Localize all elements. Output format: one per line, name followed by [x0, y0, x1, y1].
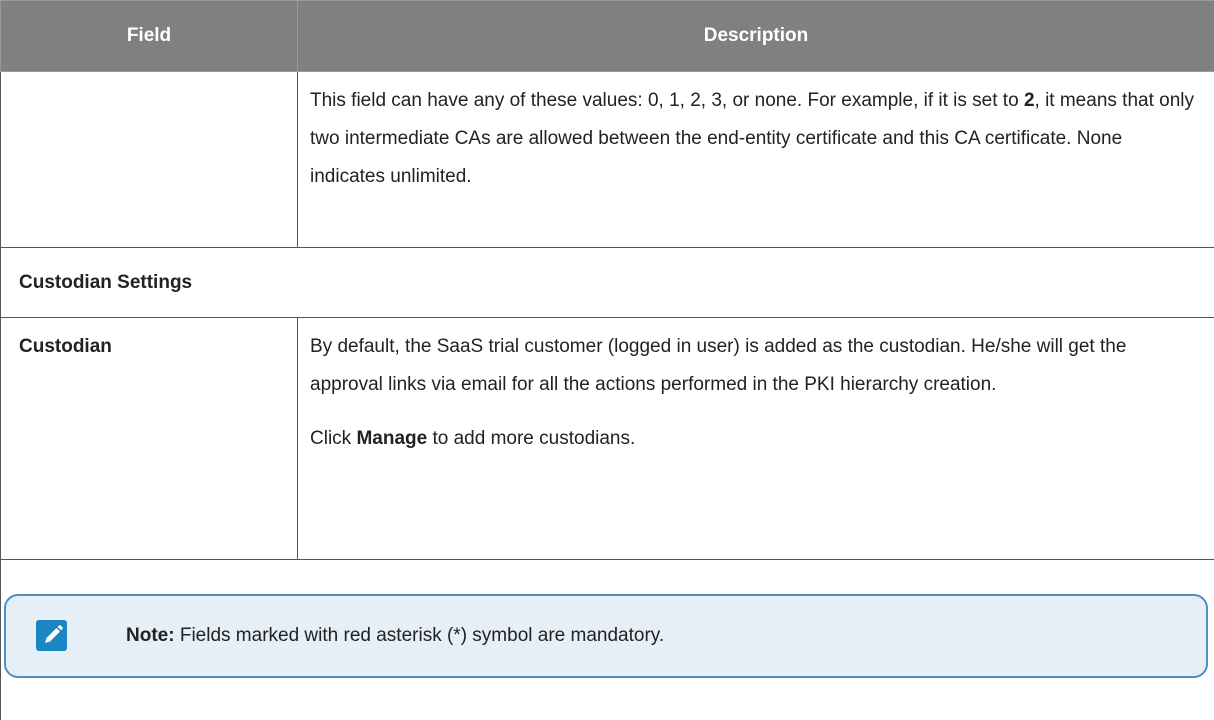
custodian-manage-paragraph: Click Manage to add more custodians.	[310, 420, 1202, 458]
table-row: This field can have any of these values:…	[1, 72, 1214, 248]
note-text: Note: Fields marked with red asterisk (*…	[126, 596, 664, 676]
custodian-paragraph: By default, the SaaS trial customer (log…	[310, 328, 1202, 404]
note-label: Note:	[126, 625, 175, 646]
note-callout: Note: Fields marked with red asterisk (*…	[4, 594, 1208, 678]
note-message: Fields marked with red asterisk (*) symb…	[175, 625, 665, 646]
manage-text-after: to add more custodians.	[427, 428, 635, 449]
description-cell: By default, the SaaS trial customer (log…	[298, 318, 1214, 560]
field-cell-custodian: Custodian	[1, 318, 298, 560]
pencil-note-icon	[36, 620, 67, 651]
manage-text-before: Click	[310, 428, 356, 449]
manage-label: Manage	[356, 428, 427, 449]
field-cell-empty	[1, 72, 298, 248]
section-heading: Custodian Settings	[1, 248, 1214, 318]
description-bold-value: 2	[1024, 90, 1035, 111]
description-column-header: Description	[298, 1, 1214, 72]
description-text: This field can have any of these values:…	[310, 90, 1024, 111]
field-column-header: Field	[1, 1, 298, 72]
description-cell: This field can have any of these values:…	[298, 72, 1214, 248]
table-header-row: Field Description	[1, 1, 1214, 72]
table-row: Custodian By default, the SaaS trial cus…	[1, 318, 1214, 560]
section-heading-row: Custodian Settings	[1, 248, 1214, 318]
